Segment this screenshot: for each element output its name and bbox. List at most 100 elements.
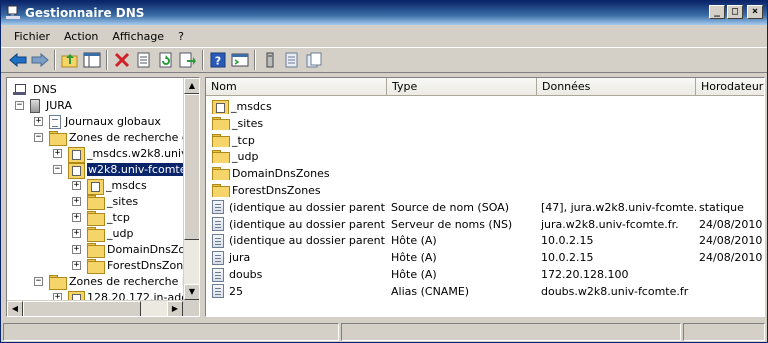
list-item[interactable]: _msdcs: [206, 98, 764, 115]
tree-item[interactable]: + _tcp: [72, 209, 130, 226]
list-item[interactable]: (identique au dossier parent) Serveur de …: [206, 216, 764, 233]
cell-name: 25: [206, 284, 386, 299]
expand-icon[interactable]: +: [53, 293, 62, 300]
tree-item[interactable]: − Zones de recherche dire: [34, 129, 183, 146]
records-list-pane[interactable]: Nom Type Données Horodateur _msdcs _sites…: [205, 77, 765, 317]
record-icon: [212, 217, 224, 232]
scroll-up-button[interactable]: ▲: [184, 78, 199, 94]
list-item[interactable]: DomainDnsZones: [206, 165, 764, 182]
menu-fichier[interactable]: Fichier: [7, 28, 57, 45]
column-header-nom[interactable]: Nom: [206, 78, 387, 96]
menu-help[interactable]: ?: [171, 28, 191, 45]
zone-list-icon[interactable]: [281, 49, 303, 71]
collapse-icon[interactable]: −: [34, 133, 43, 142]
tree-item[interactable]: + _msdcs.w2k8.univ-f: [53, 145, 183, 163]
list-item[interactable]: _udp: [206, 148, 764, 165]
tree-item[interactable]: − Zones de recherche inve: [34, 273, 183, 290]
close-button[interactable]: ×: [747, 5, 763, 19]
expand-icon[interactable]: +: [72, 181, 81, 190]
delete-icon[interactable]: [111, 49, 133, 71]
tree-item-label: _sites: [107, 195, 139, 208]
record-name: _msdcs: [231, 100, 272, 113]
export-list-icon[interactable]: [177, 49, 199, 71]
maximize-button[interactable]: □: [727, 5, 743, 19]
back-arrow-icon[interactable]: [7, 49, 29, 71]
folder-icon: [49, 131, 67, 146]
menu-action[interactable]: Action: [57, 28, 105, 45]
tree-horizontal-scrollbar[interactable]: ◀ ▶: [7, 300, 183, 316]
record-data: 172.20.128.100: [541, 268, 629, 281]
tree-item[interactable]: + _udp: [72, 225, 133, 242]
collapse-icon[interactable]: −: [34, 277, 43, 286]
help-icon[interactable]: ?: [207, 49, 229, 71]
scroll-thumb[interactable]: [184, 94, 199, 240]
tree-item-label: DNS: [33, 83, 57, 96]
column-header-horodateur[interactable]: Horodateur: [696, 78, 764, 96]
record-icon: [212, 284, 224, 299]
record-name: _tcp: [232, 133, 255, 147]
minimize-button[interactable]: _: [709, 5, 725, 19]
column-header-type[interactable]: Type: [387, 78, 537, 96]
record-type: Alias (CNAME): [391, 284, 470, 298]
tree-item-label: DomainDnsZones: [107, 243, 183, 256]
cell-name: _udp: [206, 150, 386, 164]
list-item[interactable]: 25 Alias (CNAME) doubs.w2k8.univ-fcomte.fr: [206, 283, 764, 300]
forward-arrow-icon[interactable]: [29, 49, 51, 71]
collapse-icon[interactable]: −: [53, 165, 62, 174]
collapse-icon[interactable]: −: [15, 101, 24, 110]
tree-item[interactable]: DNS: [13, 81, 57, 98]
tree-item-label: JURA: [46, 99, 73, 112]
column-header-donnees[interactable]: Données: [537, 78, 696, 96]
expand-icon[interactable]: +: [72, 261, 81, 270]
expand-icon[interactable]: +: [53, 149, 62, 158]
scroll-thumb-horizontal[interactable]: [23, 301, 141, 316]
expand-icon[interactable]: +: [72, 229, 81, 238]
list-item[interactable]: ForestDnsZones: [206, 182, 764, 199]
record-list-icon[interactable]: [303, 49, 325, 71]
menu-affichage[interactable]: Affichage: [105, 28, 171, 45]
scroll-right-button[interactable]: ▶: [167, 301, 183, 316]
cell-name: (identique au dossier parent): [206, 217, 386, 232]
record-name: doubs: [229, 268, 263, 281]
list-item[interactable]: (identique au dossier parent) Source de n…: [206, 199, 764, 216]
tree-item[interactable]: + _msdcs: [72, 177, 147, 195]
record-name: 25: [229, 284, 243, 298]
tree-vertical-scrollbar[interactable]: ▲ ▼: [183, 78, 199, 300]
expand-icon[interactable]: +: [72, 245, 81, 254]
tree-item[interactable]: − JURA: [15, 97, 72, 114]
server-list-icon[interactable]: [259, 49, 281, 71]
expand-icon[interactable]: +: [72, 197, 81, 206]
refresh-icon[interactable]: [155, 49, 177, 71]
scroll-corner: [183, 300, 199, 316]
show-hide-tree-icon[interactable]: [81, 49, 103, 71]
record-name: DomainDnsZones: [232, 167, 330, 181]
tree-pane[interactable]: DNS − JURA + Journaux globaux − Zones de reche…: [6, 77, 200, 317]
up-folder-icon[interactable]: [59, 49, 81, 71]
status-section: [3, 323, 339, 341]
expand-icon[interactable]: +: [72, 213, 81, 222]
list-item[interactable]: _sites: [206, 115, 764, 132]
tree-item[interactable]: − w2k8.univ-fcomte.fr: [53, 161, 183, 179]
tree-item[interactable]: + DomainDnsZones: [72, 241, 183, 258]
properties-icon[interactable]: [133, 49, 155, 71]
record-name: _sites: [232, 116, 264, 130]
record-data: 10.0.2.15: [541, 251, 594, 265]
dns-app-icon: [5, 5, 21, 21]
expand-icon[interactable]: +: [34, 117, 43, 126]
tree-item[interactable]: +128.20.172.in-addr: [53, 289, 183, 300]
tree-item-label: Zones de recherche inve: [69, 275, 183, 288]
title-bar[interactable]: Gestionnaire DNS _ □ ×: [1, 1, 767, 25]
tree-item[interactable]: + Journaux globaux: [34, 113, 161, 130]
console-icon[interactable]: [229, 49, 251, 71]
list-item[interactable]: _tcp: [206, 132, 764, 149]
tree-item-label: _tcp: [107, 211, 130, 224]
status-section: [341, 323, 681, 341]
list-item[interactable]: jura Hôte (A) 10.0.2.15 24/08/2010: [206, 249, 764, 266]
scroll-down-button[interactable]: ▼: [184, 284, 199, 300]
tree-item[interactable]: + ForestDnsZones: [72, 257, 183, 274]
list-item[interactable]: (identique au dossier parent) Hôte (A) 10.…: [206, 232, 764, 249]
tree-view: DNS − JURA + Journaux globaux − Zones de reche…: [7, 78, 183, 300]
scroll-left-button[interactable]: ◀: [7, 301, 23, 316]
list-item[interactable]: doubs Hôte (A) 172.20.128.100: [206, 266, 764, 283]
tree-item[interactable]: + _sites: [72, 193, 138, 210]
